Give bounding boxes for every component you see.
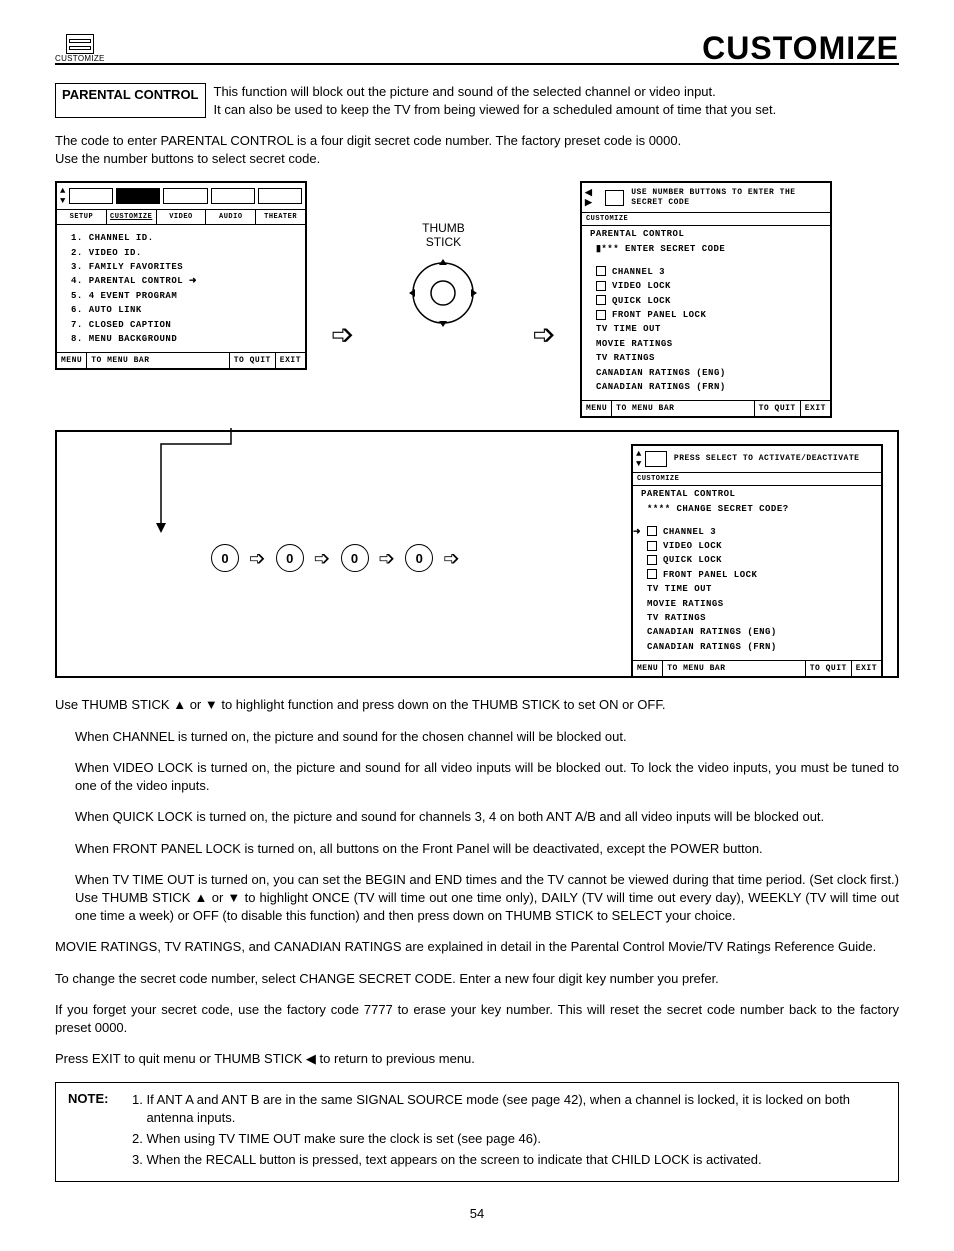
menu-parental-control: 4. PARENTAL CONTROL ➜ <box>71 274 297 288</box>
updown-icon: ▲▼ <box>60 186 66 206</box>
tab-setup: SETUP <box>57 210 107 224</box>
page-number: 54 <box>55 1206 899 1221</box>
tab-audio: AUDIO <box>206 210 256 224</box>
note-box: NOTE: If ANT A and ANT B are in the same… <box>55 1082 899 1182</box>
osd-customize-menu: ▲▼ SETUP CUSTOMIZE VIDEO AUDIO THEATER 1… <box>55 181 307 370</box>
osd-activate: ▲▼ PRESS SELECT TO ACTIVATE/DEACTIVATE C… <box>631 444 883 678</box>
page-header: CUSTOMIZE CUSTOMIZE <box>55 30 899 65</box>
p-tv-timeout: When TV TIME OUT is turned on, you can s… <box>75 871 899 924</box>
arrow-right-icon: ➩ <box>379 546 396 571</box>
arrow-right-icon: ➩ <box>249 546 266 571</box>
p-forget-code: If you forget your secret code, use the … <box>55 1001 899 1036</box>
p-channel: When CHANNEL is turned on, the picture a… <box>75 728 899 746</box>
tab-video: VIDEO <box>157 210 207 224</box>
arrow-right-icon: ➩ <box>331 248 354 351</box>
parental-control-label: PARENTAL CONTROL <box>55 83 206 118</box>
p-ratings: MOVIE RATINGS, TV RATINGS, and CANADIAN … <box>55 938 899 956</box>
p-front-panel: When FRONT PANEL LOCK is turned on, all … <box>75 840 899 858</box>
diagram-row-1: ▲▼ SETUP CUSTOMIZE VIDEO AUDIO THEATER 1… <box>55 181 899 418</box>
note-2: When using TV TIME OUT make sure the clo… <box>146 1130 886 1148</box>
tab-theater: THEATER <box>256 210 305 224</box>
p-change-code: To change the secret code number, select… <box>55 970 899 988</box>
updown-icon: ▲▼ <box>636 449 642 469</box>
p-exit: Press EXIT to quit menu or THUMB STICK ◀… <box>55 1050 899 1068</box>
thumbstick-diagram: THUMBSTICK <box>378 181 508 333</box>
page-title: CUSTOMIZE <box>702 30 899 67</box>
note-1: If ANT A and ANT B are in the same SIGNA… <box>146 1091 886 1127</box>
customize-icon-label: CUSTOMIZE <box>55 54 105 63</box>
intro-text: This function will block out the picture… <box>214 83 900 118</box>
p-quick-lock: When QUICK LOCK is turned on, the pictur… <box>75 808 899 826</box>
note-3: When the RECALL button is pressed, text … <box>146 1151 886 1169</box>
tab-customize: CUSTOMIZE <box>107 210 157 224</box>
code-para-1: The code to enter PARENTAL CONTROL is a … <box>55 132 899 167</box>
flow-line-icon <box>151 428 251 548</box>
intro-row: PARENTAL CONTROL This function will bloc… <box>55 83 899 118</box>
osd-enter-code: ◀ ▶ USE NUMBER BUTTONS TO ENTER THE SECR… <box>580 181 832 418</box>
leftright-icon: ◀ ▶ <box>585 188 602 208</box>
digit-1: 0 <box>276 544 304 572</box>
arrow-right-icon: ➩ <box>443 546 460 571</box>
p-use-thumbstick: Use THUMB STICK ▲ or ▼ to highlight func… <box>55 696 899 714</box>
diagram-row-2: 0 ➩ 0 ➩ 0 ➩ 0 ➩ ▲▼ PRESS SELECT TO ACTIV… <box>55 430 899 678</box>
digit-0: 0 <box>211 544 239 572</box>
tab-customize: CUSTOMIZE <box>582 213 830 226</box>
digit-2: 0 <box>341 544 369 572</box>
arrow-right-icon: ➩ <box>314 546 331 571</box>
arrow-right-icon: ➩ <box>532 248 555 351</box>
p-video-lock: When VIDEO LOCK is turned on, the pictur… <box>75 759 899 794</box>
thumbstick-icon <box>403 253 483 333</box>
customize-icon: CUSTOMIZE <box>55 34 105 63</box>
note-label: NOTE: <box>68 1091 108 1173</box>
digit-3: 0 <box>405 544 433 572</box>
